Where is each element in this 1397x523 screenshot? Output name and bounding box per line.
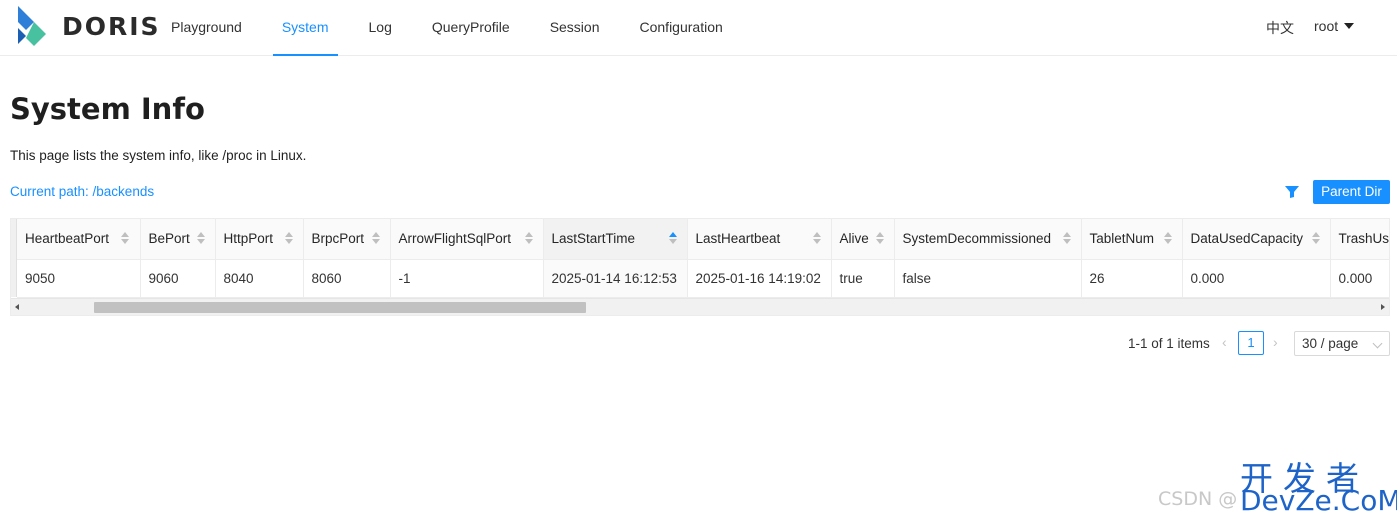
sort-icon — [875, 232, 884, 246]
column-header-sorted[interactable]: LastStartTime — [543, 219, 688, 260]
table-cell: 9060 — [140, 259, 216, 298]
site-watermark-en: DevZe.CoM — [1240, 484, 1397, 517]
sort-icon — [1062, 232, 1071, 246]
table-cell: 0.000 — [1330, 259, 1389, 298]
column-header[interactable]: SystemDecommissioned — [894, 219, 1082, 260]
data-table: HeartbeatPort BePort HttpPort BrpcPort A… — [17, 219, 1389, 298]
brand-name: DORIS — [62, 12, 161, 41]
table-row: 9050 9060 8040 8060 -1 2025-01-14 16:12:… — [17, 259, 1389, 298]
scroll-right-arrow-icon[interactable] — [1381, 304, 1385, 310]
page-size-value: 30 / page — [1302, 336, 1359, 351]
sort-ascending-icon — [668, 232, 677, 246]
user-menu[interactable]: root — [1314, 18, 1355, 34]
sort-icon — [371, 232, 380, 246]
table-cell: false — [894, 259, 1082, 298]
parent-dir-button[interactable]: Parent Dir — [1313, 180, 1390, 204]
next-page-icon[interactable]: › — [1273, 334, 1278, 350]
nav-system[interactable]: System — [262, 0, 349, 56]
nav-playground[interactable]: Playground — [151, 0, 262, 56]
horizontal-scrollbar[interactable] — [11, 298, 1389, 315]
scroll-left-arrow-icon[interactable] — [15, 304, 19, 310]
page-size-select[interactable]: 30 / page — [1294, 331, 1390, 356]
sort-icon — [812, 232, 821, 246]
sort-icon — [121, 232, 129, 246]
column-header[interactable]: TrashUse — [1330, 219, 1389, 260]
table-cell: 26 — [1081, 259, 1183, 298]
sort-icon — [1311, 232, 1320, 246]
main-nav: Playground System Log QueryProfile Sessi… — [151, 0, 743, 56]
chevron-down-icon — [1372, 338, 1383, 349]
column-header[interactable]: TabletNum — [1081, 219, 1183, 260]
sort-icon — [524, 232, 533, 246]
table-cell: 9050 — [17, 259, 141, 298]
prev-page-icon[interactable]: ‹ — [1222, 334, 1227, 350]
column-header[interactable]: Alive — [831, 219, 895, 260]
column-header[interactable]: BePort — [140, 219, 216, 260]
top-header: DORIS Playground System Log QueryProfile… — [0, 0, 1397, 56]
column-header[interactable]: BrpcPort — [303, 219, 391, 260]
doris-logo-icon — [18, 6, 46, 46]
page-title: System Info — [10, 92, 205, 126]
scrollbar-thumb[interactable] — [94, 302, 586, 313]
nav-log[interactable]: Log — [349, 0, 412, 56]
column-header[interactable]: ArrowFlightSqlPort — [390, 219, 544, 260]
caret-down-icon — [1344, 23, 1355, 29]
sort-icon — [284, 232, 293, 246]
system-info-table: HeartbeatPort BePort HttpPort BrpcPort A… — [10, 218, 1390, 316]
nav-session[interactable]: Session — [530, 0, 620, 56]
column-header[interactable]: LastHeartbeat — [687, 219, 832, 260]
table-cell: 0.000 — [1182, 259, 1331, 298]
nav-queryprofile[interactable]: QueryProfile — [412, 0, 530, 56]
sort-icon — [1163, 232, 1172, 246]
column-header[interactable]: HeartbeatPort — [17, 219, 141, 260]
table-cell: 8040 — [215, 259, 304, 298]
sort-icon — [196, 232, 205, 246]
table-header-row: HeartbeatPort BePort HttpPort BrpcPort A… — [17, 219, 1389, 260]
page-description: This page lists the system info, like /p… — [10, 148, 307, 163]
column-header[interactable]: DataUsedCapacity — [1182, 219, 1331, 260]
pagination-total: 1-1 of 1 items — [1128, 336, 1210, 351]
table-cell: -1 — [390, 259, 544, 298]
csdn-watermark: CSDN @ — [1158, 488, 1238, 510]
page-number-button[interactable]: 1 — [1238, 331, 1264, 355]
filter-icon[interactable] — [1284, 185, 1300, 199]
table-cell: 2025-01-14 16:12:53 — [543, 259, 688, 298]
column-header[interactable]: HttpPort — [215, 219, 304, 260]
nav-configuration[interactable]: Configuration — [620, 0, 743, 56]
language-switch[interactable]: 中文 — [1266, 18, 1294, 38]
table-cell: 8060 — [303, 259, 391, 298]
table-cell: 2025-01-16 14:19:02 — [687, 259, 832, 298]
current-path-link[interactable]: Current path: /backends — [10, 184, 154, 199]
table-cell: true — [831, 259, 895, 298]
user-name: root — [1314, 18, 1339, 34]
